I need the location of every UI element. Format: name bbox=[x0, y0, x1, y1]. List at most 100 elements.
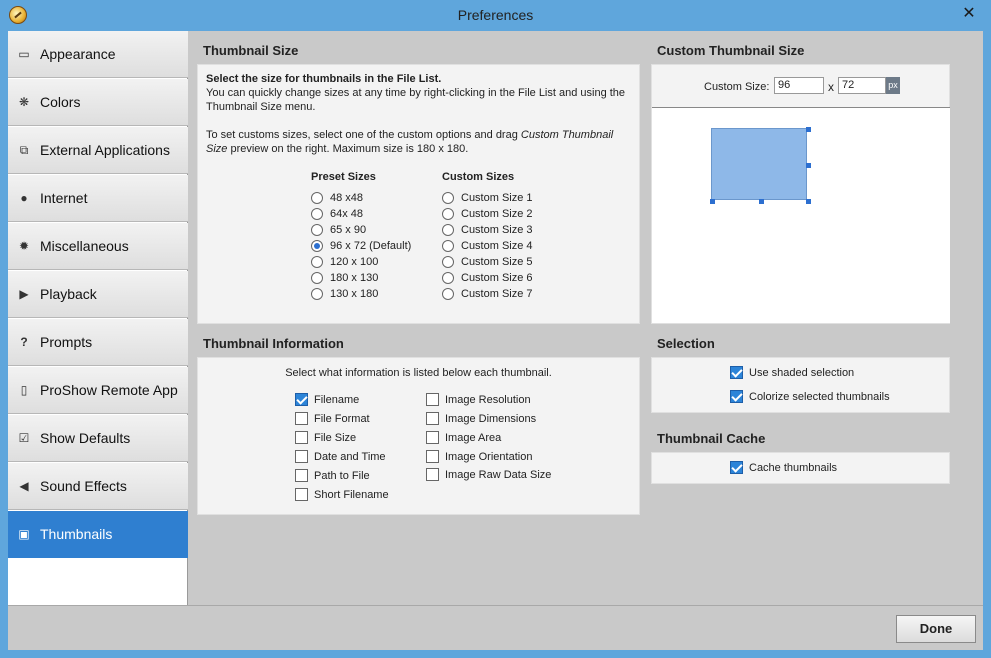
sidebar-item-external-applications[interactable]: ⧉ External Applications bbox=[8, 127, 188, 174]
checkbox-label: File Format bbox=[314, 413, 370, 425]
colorize-selected-checkbox[interactable] bbox=[730, 390, 743, 403]
preset-size-radio-default[interactable] bbox=[311, 240, 323, 252]
sidebar-item-label: Prompts bbox=[40, 334, 93, 350]
checkbox-label: Cache thumbnails bbox=[749, 462, 838, 474]
custom-width-input[interactable]: 96 bbox=[774, 77, 824, 94]
sidebar-item-thumbnails[interactable]: ▣ Thumbnails bbox=[8, 511, 188, 558]
instructions-text: preview on the right. Maximum size is 18… bbox=[227, 143, 469, 155]
cache-thumbnails-checkbox[interactable] bbox=[730, 461, 743, 474]
selection-title: Selection bbox=[657, 336, 715, 351]
sidebar-item-colors[interactable]: ❋ Colors bbox=[8, 79, 188, 126]
window-icon: ▭ bbox=[18, 47, 30, 61]
color-wheel-icon: ❋ bbox=[18, 95, 30, 109]
custom-height-input[interactable]: 72 bbox=[838, 77, 886, 94]
custom-size-label: Custom Size: bbox=[704, 81, 770, 93]
custom-size-radio[interactable] bbox=[442, 256, 454, 268]
preset-size-radio[interactable] bbox=[311, 192, 323, 204]
instructions-italic: Size bbox=[206, 143, 228, 155]
custom-size-radio[interactable] bbox=[442, 240, 454, 252]
file-size-checkbox[interactable] bbox=[295, 431, 308, 444]
preset-size-radio[interactable] bbox=[311, 208, 323, 220]
image-resolution-checkbox[interactable] bbox=[426, 393, 439, 406]
date-time-checkbox[interactable] bbox=[295, 450, 308, 463]
custom-size-radio[interactable] bbox=[442, 192, 454, 204]
sidebar-item-show-defaults[interactable]: ☑ Show Defaults bbox=[8, 415, 188, 462]
preset-size-radio[interactable] bbox=[311, 288, 323, 300]
custom-thumbnail-preview bbox=[652, 107, 950, 323]
preset-sizes-heading: Preset Sizes bbox=[311, 171, 376, 183]
sidebar-item-internet[interactable]: ● Internet bbox=[8, 175, 188, 222]
custom-size-label: Custom Size 7 bbox=[461, 288, 533, 300]
sidebar-item-label: Sound Effects bbox=[40, 478, 127, 494]
preset-size-label: 180 x 130 bbox=[330, 272, 379, 284]
preset-size-label: 120 x 100 bbox=[330, 256, 379, 268]
thumbnail-cache-title: Thumbnail Cache bbox=[657, 431, 766, 446]
preferences-sidebar: ▭ Appearance ❋ Colors ⧉ External Applica… bbox=[8, 31, 188, 605]
dimension-separator: x bbox=[828, 80, 834, 94]
gear-icon: ✹ bbox=[18, 239, 30, 253]
sidebar-item-label: Colors bbox=[40, 94, 81, 110]
thumbnail-size-intro-line: Thumbnail Size menu. bbox=[206, 101, 316, 113]
checkbox-label: Image Orientation bbox=[445, 451, 533, 463]
sidebar-item-playback[interactable]: ▶ Playback bbox=[8, 271, 188, 318]
resize-handle[interactable] bbox=[806, 127, 811, 132]
phone-icon: ▯ bbox=[20, 383, 28, 397]
preset-size-radio[interactable] bbox=[311, 256, 323, 268]
checkbox-label: Image Resolution bbox=[445, 394, 531, 406]
custom-size-radio[interactable] bbox=[442, 272, 454, 284]
image-raw-data-size-checkbox[interactable] bbox=[426, 468, 439, 481]
preset-size-radio[interactable] bbox=[311, 272, 323, 284]
close-button[interactable]: ✕ bbox=[959, 4, 979, 24]
checkbox-label: Use shaded selection bbox=[749, 367, 855, 379]
preferences-dialog: ▭ Appearance ❋ Colors ⧉ External Applica… bbox=[8, 31, 983, 650]
title-bar: Preferences ✕ bbox=[0, 0, 991, 31]
unit-label: px bbox=[886, 77, 900, 94]
dialog-footer: Done bbox=[8, 605, 983, 650]
short-filename-checkbox[interactable] bbox=[295, 488, 308, 501]
custom-size-label: Custom Size 4 bbox=[461, 240, 533, 252]
sidebar-item-miscellaneous[interactable]: ✹ Miscellaneous bbox=[8, 223, 188, 270]
sidebar-item-label: Playback bbox=[40, 286, 97, 302]
thumbnails-settings: Thumbnail Size Select the size for thumb… bbox=[189, 31, 983, 605]
file-format-checkbox[interactable] bbox=[295, 412, 308, 425]
checkbox-label: Image Dimensions bbox=[445, 413, 537, 425]
preset-size-label: 65 x 90 bbox=[330, 224, 367, 236]
sidebar-item-label: Appearance bbox=[40, 46, 116, 62]
sidebar-item-label: Show Defaults bbox=[40, 430, 131, 446]
checkbox-label: Image Raw Data Size bbox=[445, 469, 552, 481]
resize-handle-corner[interactable] bbox=[806, 199, 811, 204]
custom-size-label: Custom Size 1 bbox=[461, 192, 533, 204]
custom-size-radio[interactable] bbox=[442, 224, 454, 236]
thumbnail-size-intro-line: You can quickly change sizes at any time… bbox=[206, 87, 626, 99]
sidebar-item-sound-effects[interactable]: ◀ Sound Effects bbox=[8, 463, 188, 510]
resize-handle[interactable] bbox=[806, 163, 811, 168]
checkbox-label: Date and Time bbox=[314, 451, 386, 463]
thumbnail-size-title: Thumbnail Size bbox=[203, 43, 299, 58]
image-dimensions-checkbox[interactable] bbox=[426, 412, 439, 425]
thumbnail-icon: ▣ bbox=[18, 527, 30, 541]
resize-handle[interactable] bbox=[710, 199, 715, 204]
use-shaded-selection-checkbox[interactable] bbox=[730, 366, 743, 379]
done-button[interactable]: Done bbox=[896, 615, 976, 643]
preset-size-radio[interactable] bbox=[311, 224, 323, 236]
sidebar-item-prompts[interactable]: ? Prompts bbox=[8, 319, 188, 366]
custom-sizes-heading: Custom Sizes bbox=[442, 171, 515, 183]
thumbnail-preview-box[interactable] bbox=[711, 128, 807, 200]
custom-size-radio[interactable] bbox=[442, 288, 454, 300]
speaker-icon: ◀ bbox=[19, 479, 29, 493]
instructions-text: To set customs sizes, select one of the … bbox=[206, 129, 521, 141]
image-orientation-checkbox[interactable] bbox=[426, 450, 439, 463]
checkbox-label: File Size bbox=[314, 432, 357, 444]
resize-handle[interactable] bbox=[759, 199, 764, 204]
custom-size-label: Custom Size 3 bbox=[461, 224, 533, 236]
thumbnail-cache-panel: Cache thumbnails bbox=[651, 452, 950, 484]
filename-checkbox[interactable] bbox=[295, 393, 308, 406]
custom-size-radio[interactable] bbox=[442, 208, 454, 220]
image-area-checkbox[interactable] bbox=[426, 431, 439, 444]
preset-size-label: 64x 48 bbox=[330, 208, 364, 220]
sidebar-item-appearance[interactable]: ▭ Appearance bbox=[8, 31, 188, 78]
path-to-file-checkbox[interactable] bbox=[295, 469, 308, 482]
checkbox-label: Filename bbox=[314, 394, 360, 406]
sidebar-item-label: Thumbnails bbox=[40, 526, 113, 542]
sidebar-item-proshow-remote-app[interactable]: ▯ ProShow Remote App bbox=[8, 367, 188, 414]
